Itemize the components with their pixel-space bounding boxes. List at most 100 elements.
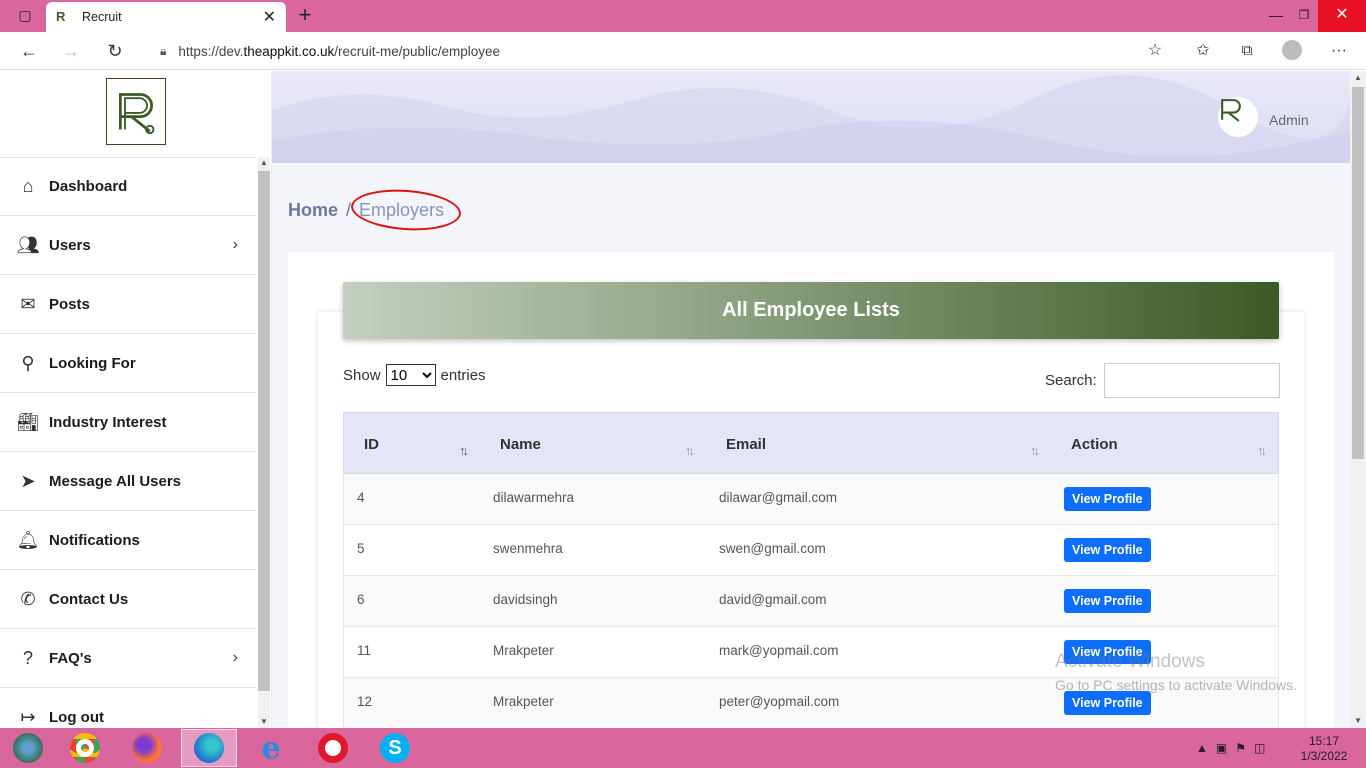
start-orb-icon (13, 733, 43, 763)
back-icon[interactable]: ← (14, 32, 44, 70)
taskbar-ie[interactable]: e (243, 729, 299, 767)
sort-icon[interactable]: ↑↓ (1030, 443, 1040, 458)
address-bar: ← → ↻ 🔒︎ https://dev.theappkit.co.uk/rec… (0, 32, 1366, 70)
cell-email: swen@gmail.com (719, 541, 826, 556)
network-icon[interactable]: ▣ (1216, 741, 1227, 755)
cell-id: 5 (357, 541, 365, 556)
search-control: Search: (1045, 363, 1280, 398)
sidebar-item-contact-us[interactable]: ✆ Contact Us (0, 570, 256, 629)
activation-watermark-text: Go to PC settings to activate Windows. (1055, 677, 1297, 693)
new-tab-icon[interactable]: + (294, 0, 316, 32)
more-icon[interactable]: ··· (1324, 32, 1354, 70)
firefox-icon (132, 733, 162, 763)
column-header-email[interactable]: Email (726, 436, 766, 453)
taskbar-clock[interactable]: 15:17 1/3/2022 (1292, 734, 1356, 764)
activation-watermark-title: Activate Windows (1055, 651, 1205, 672)
tab-close-icon[interactable]: ✕ (263, 7, 276, 27)
sort-icon[interactable]: ↑↓ (685, 443, 695, 458)
sidebar-item-looking-for[interactable]: ⚲ Looking For (0, 334, 256, 393)
sidebar-item-posts[interactable]: ✉︎ Posts (0, 275, 256, 334)
column-header-id[interactable]: ID (364, 436, 379, 453)
scroll-up-icon[interactable]: ▲ (258, 157, 270, 169)
view-profile-button[interactable]: View Profile (1064, 487, 1151, 511)
view-profile-button[interactable]: View Profile (1064, 538, 1151, 562)
sidebar-item-users[interactable]: 👥︎ Users › (0, 216, 256, 275)
sort-icon[interactable]: ↑↓ (459, 443, 469, 458)
sidebar-item-industry-interest[interactable]: 🏭︎ Industry Interest (0, 393, 256, 452)
column-header-name[interactable]: Name (500, 436, 541, 453)
sidebar-item-label: Looking For (49, 354, 136, 372)
start-button[interactable] (0, 729, 56, 767)
tab-actions-icon[interactable]: ▢ (14, 0, 36, 32)
table-row: 5 swenmehra swen@gmail.com View Profile (343, 525, 1279, 576)
taskbar-chrome[interactable] (57, 729, 113, 767)
show-label: Show (343, 366, 381, 384)
chrome-icon (70, 733, 100, 763)
entries-select[interactable]: 10 (385, 364, 436, 386)
sidebar-item-label: Notifications (49, 531, 140, 549)
taskbar-firefox[interactable] (119, 729, 175, 767)
sidebar-item-message-all-users[interactable]: ➤ Message All Users (0, 452, 256, 511)
cell-email: mark@yopmail.com (719, 643, 839, 658)
cell-id: 12 (357, 694, 373, 709)
sidebar: ⌂ Dashboard 👥︎ Users › ✉︎ Posts ⚲ Lookin… (0, 71, 272, 728)
system-tray: ▲ ▣ ⚑ ◫ (1196, 728, 1265, 768)
taskbar-skype[interactable]: S (367, 729, 423, 767)
admin-name[interactable]: Admin (1269, 112, 1309, 128)
card-header-overlay: All Employee Lists (343, 282, 1279, 339)
sidebar-item-logout[interactable]: ↦ Log out (0, 688, 256, 728)
recruit-logo[interactable] (106, 78, 166, 145)
cell-name: dilawarmehra (493, 490, 575, 505)
sidebar-scrollbar[interactable]: ▲ ▼ (258, 157, 270, 728)
cell-name: swenmehra (493, 541, 563, 556)
admin-avatar[interactable] (1218, 97, 1258, 137)
scroll-down-icon[interactable]: ▼ (258, 716, 270, 728)
refresh-icon[interactable]: ↻ (100, 32, 130, 70)
faq-icon: ? (22, 647, 33, 668)
flag-icon[interactable]: ⚑ (1235, 741, 1246, 755)
url-input[interactable]: 🔒︎ https://dev.theappkit.co.uk/recruit-m… (146, 37, 1176, 65)
sidebar-item-notifications[interactable]: 🔔︎ Notifications (0, 511, 256, 570)
card-title: All Employee Lists (722, 299, 900, 321)
cell-email: dilawar@gmail.com (719, 490, 837, 505)
sidebar-item-label: Posts (49, 295, 90, 313)
page-scrollbar[interactable]: ▲ ▼ (1350, 71, 1366, 728)
forward-icon[interactable]: → (56, 32, 86, 70)
table-row: 4 dilawarmehra dilawar@gmail.com View Pr… (343, 474, 1279, 525)
taskbar-edge[interactable] (181, 729, 237, 767)
window-close-icon[interactable]: ✕ (1318, 0, 1366, 32)
entries-control: Show 10 entries (343, 364, 486, 386)
breadcrumb-home[interactable]: Home (288, 200, 338, 221)
scroll-up-icon[interactable]: ▲ (1350, 71, 1366, 85)
favorites-icon[interactable]: ✩ (1188, 32, 1218, 70)
browser-titlebar: ▢ R Recruit ✕ + — ❐ ✕ (0, 0, 1366, 32)
logout-icon: ↦ (20, 706, 36, 727)
cloud-decoration (272, 75, 1350, 163)
restore-icon[interactable]: ❐ (1294, 0, 1314, 32)
sidebar-scroll-thumb[interactable] (258, 171, 270, 691)
collections-icon[interactable]: ⧉ (1232, 32, 1262, 70)
bell-icon: 🔔︎ (16, 529, 40, 550)
browser-tab[interactable]: R Recruit ✕ (46, 2, 286, 32)
view-profile-button[interactable]: View Profile (1064, 589, 1151, 613)
cell-name: Mrakpeter (493, 643, 554, 658)
sidebar-item-label: Message All Users (49, 472, 182, 490)
sidebar-item-faqs[interactable]: ? FAQ's › (0, 629, 256, 688)
scroll-down-icon[interactable]: ▼ (1350, 714, 1366, 728)
sidebar-item-dashboard[interactable]: ⌂ Dashboard (0, 157, 256, 216)
profile-icon[interactable] (1282, 40, 1302, 60)
send-icon: ➤ (20, 470, 36, 491)
view-profile-button[interactable]: View Profile (1064, 691, 1151, 715)
sort-icon[interactable]: ↑↓ (1257, 443, 1267, 458)
add-favorite-icon[interactable]: ☆ (1140, 32, 1170, 70)
page-scroll-thumb[interactable] (1352, 87, 1364, 459)
minimize-icon[interactable]: — (1266, 0, 1286, 32)
sidebar-item-label: Industry Interest (49, 413, 167, 431)
tray-expand-icon[interactable]: ▲ (1196, 741, 1208, 755)
taskbar-opera[interactable] (305, 729, 361, 767)
column-header-action[interactable]: Action (1071, 436, 1118, 453)
url-text: https://dev.theappkit.co.uk/recruit-me/p… (178, 43, 501, 59)
search-input[interactable] (1103, 363, 1280, 398)
volume-icon[interactable]: ◫ (1254, 741, 1265, 755)
home-icon: ⌂ (22, 176, 34, 196)
